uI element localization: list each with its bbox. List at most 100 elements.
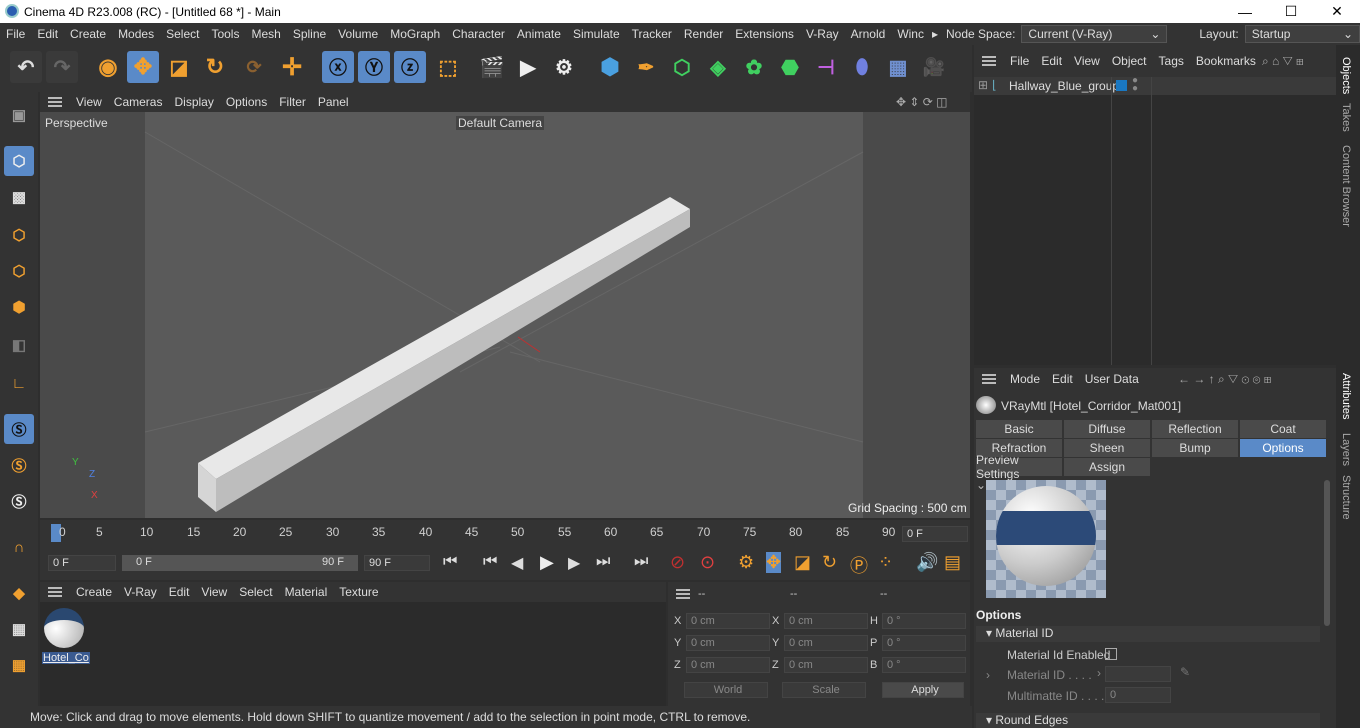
menu-simulate[interactable]: Simulate — [567, 27, 626, 41]
film-strip-icon[interactable]: ▤ — [944, 552, 961, 573]
deformer-icon[interactable]: ⊣ — [810, 51, 842, 83]
next-keyframe-icon[interactable]: ⏭ — [596, 553, 610, 571]
uv-mode-icon[interactable]: ◧ — [4, 330, 34, 360]
key-position-icon[interactable]: ✥ — [766, 552, 782, 573]
rot-h-field[interactable]: 0 ° — [882, 613, 966, 629]
points-mode-icon[interactable]: ⬡ — [4, 220, 34, 250]
tab-coat[interactable]: Coat — [1240, 420, 1326, 438]
key-scale-icon[interactable]: ◪ — [794, 552, 811, 573]
recent-tools-icon[interactable]: ⟳ — [238, 51, 270, 83]
polygons-mode-icon[interactable]: ⬢ — [4, 292, 34, 322]
rotate-icon[interactable]: ↻ — [199, 51, 231, 83]
keyframe-selection-icon[interactable]: ⚙ — [738, 552, 754, 573]
render-picture-viewer-icon[interactable]: ▶ — [512, 51, 544, 83]
locked-workplane-icon[interactable]: ▦ — [4, 614, 34, 644]
menu-modes[interactable]: Modes — [112, 27, 160, 41]
mat-menu-view[interactable]: View — [195, 585, 233, 599]
snap-icon[interactable]: Ⓢ — [4, 414, 34, 444]
tab-reflection[interactable]: Reflection — [1152, 420, 1238, 438]
previous-keyframe-icon[interactable]: ⏮ — [483, 553, 497, 571]
go-to-start-icon[interactable]: ⏮ — [443, 553, 457, 571]
subdivision-icon[interactable]: ⬡ — [666, 51, 698, 83]
render-settings-icon[interactable]: ⚙ — [548, 51, 580, 83]
obj-menu-view[interactable]: View — [1068, 54, 1106, 68]
viewport-menu-filter[interactable]: Filter — [273, 95, 312, 109]
rot-p-field[interactable]: 0 ° — [882, 635, 966, 651]
material-preview[interactable] — [986, 480, 1106, 598]
hamburger-icon[interactable] — [48, 97, 62, 107]
mat-menu-texture[interactable]: Texture — [333, 585, 384, 599]
menu-extensions[interactable]: Extensions — [729, 27, 800, 41]
previous-frame-icon[interactable]: ◀ — [511, 553, 523, 573]
z-axis-icon[interactable]: ⓩ — [394, 51, 426, 83]
magnet-icon[interactable]: ∩ — [4, 532, 34, 562]
texture-mode-icon[interactable]: ▩ — [4, 182, 34, 212]
material-thumbnail[interactable]: Hotel_Co — [42, 608, 90, 666]
layout-dropdown[interactable]: Startup ⌄ — [1244, 25, 1360, 43]
chevron-right-icon[interactable]: › — [1097, 666, 1101, 680]
mograph-icon[interactable]: ⬣ — [774, 51, 806, 83]
viewport-nav-icons[interactable]: ✥ ⇕ ⟳ ◫ — [890, 95, 954, 109]
tab-sheen[interactable]: Sheen — [1064, 439, 1150, 457]
menu-mesh[interactable]: Mesh — [245, 27, 286, 41]
render-view-icon[interactable]: 🎬 — [476, 51, 508, 83]
workplane-icon[interactable]: ◆ — [4, 578, 34, 608]
viewport[interactable]: Perspective Default Camera Grid Spacing … — [40, 112, 970, 518]
pen-icon[interactable]: ✒ — [630, 51, 662, 83]
workplane-snap-icon[interactable]: Ⓢ — [4, 486, 34, 516]
menu-vray[interactable]: V-Ray — [800, 27, 845, 41]
apply-button[interactable]: Apply — [882, 682, 964, 698]
size-z-field[interactable]: 0 cm — [784, 657, 868, 673]
workplane-align-icon[interactable]: ▦ — [4, 650, 34, 680]
mat-menu-edit[interactable]: Edit — [163, 585, 196, 599]
mid-enabled-checkbox[interactable] — [1105, 648, 1117, 660]
pos-z-field[interactable]: 0 cm — [686, 657, 770, 673]
menu-arnold[interactable]: Arnold — [845, 27, 892, 41]
cube-icon[interactable]: ⬢ — [594, 51, 626, 83]
end-frame-field[interactable]: 90 F — [364, 555, 430, 571]
timeline-ruler[interactable]: 0 5 10 15 20 25 30 35 40 45 50 55 60 65 … — [40, 520, 970, 548]
live-selection-icon[interactable]: ◉ — [92, 51, 124, 83]
menu-character[interactable]: Character — [446, 27, 511, 41]
hamburger-icon[interactable] — [982, 56, 996, 66]
make-editable-icon[interactable]: ▣ — [4, 100, 34, 130]
attr-menu-userdata[interactable]: User Data — [1079, 372, 1145, 386]
record-icon[interactable]: ⊘ — [670, 552, 685, 573]
camera-label[interactable]: Default Camera — [456, 116, 545, 130]
menu-tracker[interactable]: Tracker — [626, 27, 678, 41]
chevron-right-icon[interactable]: › — [986, 668, 990, 682]
start-frame-field[interactable]: 0 F — [48, 555, 116, 571]
viewport-menu-panel[interactable]: Panel — [312, 95, 355, 109]
tab-content-browser[interactable]: Content Browser — [1340, 145, 1352, 227]
axis-mode-icon[interactable]: ∟ — [4, 368, 34, 398]
viewport-menu-cameras[interactable]: Cameras — [108, 95, 169, 109]
mat-menu-material[interactable]: Material — [279, 585, 334, 599]
x-axis-icon[interactable]: ⓧ — [322, 51, 354, 83]
visibility-dots-icon[interactable]: ● ● — [1132, 76, 1138, 94]
redo-icon[interactable]: ↷ — [46, 51, 78, 83]
tab-attributes[interactable]: Attributes — [1340, 373, 1352, 419]
menu-spline[interactable]: Spline — [287, 27, 332, 41]
size-y-field[interactable]: 0 cm — [784, 635, 868, 651]
tab-takes[interactable]: Takes — [1340, 103, 1352, 132]
tab-objects[interactable]: Objects — [1340, 57, 1352, 94]
obj-menu-edit[interactable]: Edit — [1035, 54, 1068, 68]
current-frame-field[interactable]: 0 F — [902, 526, 968, 542]
edges-mode-icon[interactable]: ⬡ — [4, 256, 34, 286]
menu-volume[interactable]: Volume — [332, 27, 384, 41]
maximize-button[interactable]: ☐ — [1268, 0, 1314, 23]
scrollbar[interactable] — [1324, 480, 1330, 626]
field-icon[interactable]: ⬮ — [846, 51, 878, 83]
attr-toolbar-icons[interactable]: ← → ↑ ⌕ ▽ ⊙ ⊚ ⊞ — [1178, 372, 1271, 387]
menu-select[interactable]: Select — [160, 27, 205, 41]
viewport-menu-options[interactable]: Options — [220, 95, 273, 109]
hamburger-icon[interactable] — [48, 587, 62, 597]
model-mode-icon[interactable]: ⬡ — [4, 146, 34, 176]
hamburger-icon[interactable] — [676, 589, 690, 599]
group-header[interactable]: ▾ Material ID — [976, 626, 1320, 642]
mat-menu-vray[interactable]: V-Ray — [118, 585, 163, 599]
tab-structure[interactable]: Structure — [1340, 475, 1352, 520]
eyedropper-icon[interactable]: ✎ — [1180, 665, 1190, 679]
scale-dropdown[interactable]: Scale — [782, 682, 866, 698]
menu-mograph[interactable]: MoGraph — [384, 27, 446, 41]
